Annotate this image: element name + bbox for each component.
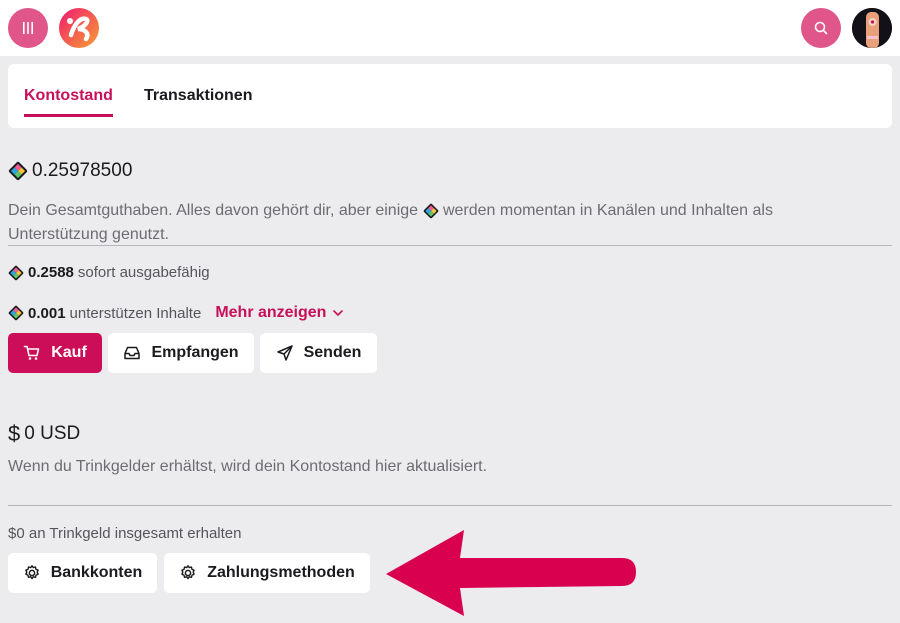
payment-methods-button[interactable]: Zahlungsmethoden xyxy=(164,553,370,593)
supporting-balance-row: 0.001 unterstützen Inhalte Mehr anzeigen xyxy=(8,304,344,322)
dollar-icon: $ xyxy=(8,421,21,446)
usd-balance: $ 0 USD xyxy=(8,421,80,447)
avatar[interactable] xyxy=(852,8,892,48)
supporting-amount: 0.001 xyxy=(28,304,66,322)
lbc-credit-icon xyxy=(8,305,24,321)
search-icon xyxy=(814,21,828,35)
lbc-credit-icon xyxy=(8,161,28,181)
tab-kontostand[interactable]: Kontostand xyxy=(24,87,113,117)
buy-button[interactable]: Kauf xyxy=(8,333,102,373)
search-button[interactable] xyxy=(801,8,841,48)
supporting-label: unterstützen Inhalte xyxy=(69,304,202,322)
user-avatar-icon xyxy=(852,8,892,48)
send-icon xyxy=(276,345,293,361)
tabs-card: Kontostand Transaktionen xyxy=(8,64,892,128)
show-more-link[interactable]: Mehr anzeigen xyxy=(215,304,344,322)
balance-description: Dein Gesamtguthaben. Alles davon gehört … xyxy=(8,202,773,243)
total-balance: 0.25978500 xyxy=(8,160,132,182)
receive-button[interactable]: Empfangen xyxy=(108,333,254,373)
available-amount: 0.2588 xyxy=(28,264,74,281)
divider xyxy=(8,505,892,506)
gear-icon xyxy=(181,565,196,580)
inbox-icon xyxy=(124,346,141,360)
divider xyxy=(8,245,892,246)
top-bar xyxy=(0,0,900,56)
chevron-down-icon xyxy=(333,310,344,316)
send-button[interactable]: Senden xyxy=(260,333,377,373)
bank-accounts-button[interactable]: Bankkonten xyxy=(8,553,157,593)
lbc-credit-icon xyxy=(8,265,24,280)
menu-icon xyxy=(23,22,33,34)
tips-total-text: $0 an Trinkgeld insgesamt erhalten xyxy=(8,525,242,542)
available-balance-row: 0.2588 sofort ausgabefähig xyxy=(8,264,210,281)
annotation-arrow-icon xyxy=(386,530,636,616)
total-balance-value: 0.25978500 xyxy=(32,160,133,181)
usd-description: Wenn du Trinkgelder erhältst, wird dein … xyxy=(8,458,488,475)
tab-transaktionen[interactable]: Transaktionen xyxy=(144,87,252,114)
cart-icon xyxy=(23,345,40,360)
menu-button[interactable] xyxy=(8,8,48,48)
available-label: sofort ausgabefähig xyxy=(77,264,210,281)
lbc-credit-icon xyxy=(423,203,438,219)
odysee-logo[interactable] xyxy=(58,7,100,49)
usd-balance-value: 0 USD xyxy=(24,423,81,444)
gear-icon xyxy=(24,565,39,580)
